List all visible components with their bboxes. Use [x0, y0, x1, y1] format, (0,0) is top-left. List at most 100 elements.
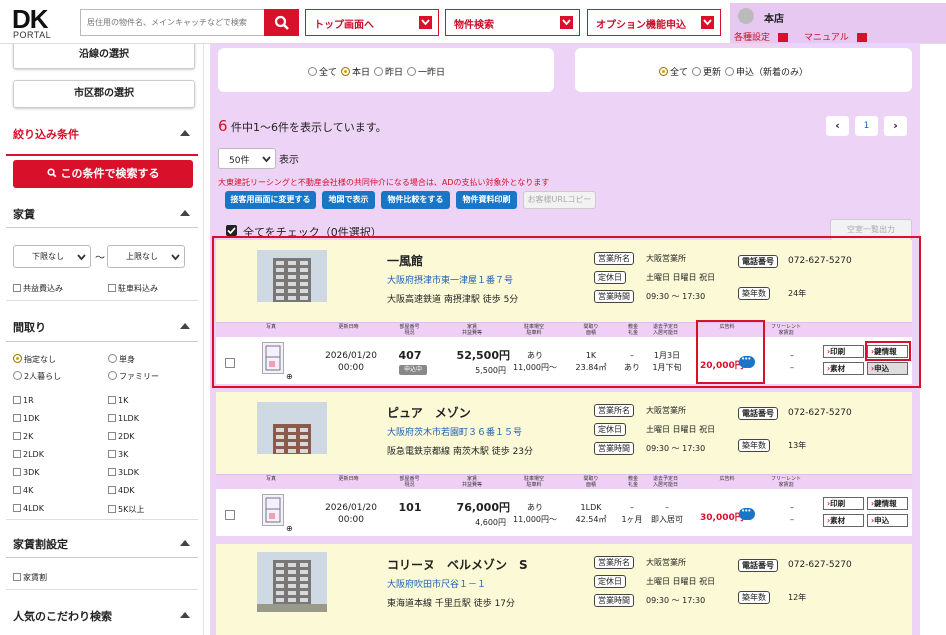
condition-search-button[interactable]: この条件で検索する	[13, 160, 193, 188]
checkbox-layout-3dk[interactable]: 3DK	[13, 468, 40, 477]
copy-url-button[interactable]: お客様URLコピー	[523, 191, 596, 209]
radio-button[interactable]	[374, 67, 384, 76]
checkbox[interactable]	[108, 396, 116, 404]
property-address[interactable]: 大阪府茨木市若園町３６番１５号	[387, 425, 522, 438]
chat-bubble-icon[interactable]	[739, 507, 755, 520]
radio-button[interactable]	[341, 67, 351, 76]
row-checkbox[interactable]	[225, 510, 235, 520]
type-radio-1[interactable]: 更新	[692, 67, 721, 78]
property-photo[interactable]	[257, 402, 327, 454]
per-page-select[interactable]: 50件	[218, 148, 276, 169]
property-name[interactable]: ピュア メゾン	[387, 404, 471, 421]
radio-couple[interactable]: 2人暮らし	[13, 371, 61, 382]
checkbox[interactable]	[108, 432, 116, 440]
radio-button[interactable]	[108, 371, 117, 380]
checkbox[interactable]	[13, 468, 21, 476]
checkbox[interactable]	[13, 573, 21, 581]
checkbox-discount[interactable]: 家賃割	[13, 572, 47, 583]
map-view-button[interactable]: 地図で表示	[322, 191, 375, 209]
checkbox[interactable]	[108, 284, 116, 292]
checkbox[interactable]	[13, 432, 21, 440]
radio-button[interactable]	[13, 371, 22, 380]
type-radio-0[interactable]: 全て	[659, 67, 688, 78]
radio-button[interactable]	[308, 67, 317, 76]
dk-portal-logo[interactable]: DK PORTAL	[12, 4, 60, 40]
checkbox[interactable]	[13, 486, 21, 494]
layout-section-header[interactable]: 間取り	[6, 315, 198, 337]
checkbox-layout-3k[interactable]: 3K	[108, 450, 128, 459]
checkbox-layout-2dk[interactable]: 2DK	[108, 432, 135, 441]
checkbox-layout-1k[interactable]: 1K	[108, 396, 128, 405]
checkbox[interactable]	[108, 468, 116, 476]
checkbox-checked-icon[interactable]	[226, 225, 237, 236]
checkbox[interactable]	[13, 396, 21, 404]
search-input[interactable]	[80, 9, 264, 36]
property-photo[interactable]	[257, 552, 327, 612]
type-radio-2[interactable]: 申込（新着のみ）	[725, 67, 808, 78]
checkbox-layout-5k以上[interactable]: 5K以上	[108, 504, 144, 515]
floorplan-thumbnail[interactable]	[262, 494, 284, 526]
checkbox-common-fee[interactable]: 共益費込み	[13, 283, 63, 294]
compare-button[interactable]: 物件比較をする	[381, 191, 450, 209]
radio-family[interactable]: ファミリー	[108, 371, 159, 382]
rent-section-header[interactable]: 家賃	[6, 202, 198, 224]
radio-any[interactable]: 指定なし	[13, 354, 56, 365]
radio-button[interactable]	[659, 67, 668, 76]
checkbox[interactable]	[108, 486, 116, 494]
checkbox-layout-3ldk[interactable]: 3LDK	[108, 468, 139, 477]
radio-button[interactable]	[407, 67, 417, 76]
checkbox[interactable]	[108, 414, 116, 422]
manual-menu[interactable]: マニュアル	[804, 30, 867, 43]
checkbox-layout-1r[interactable]: 1R	[13, 396, 34, 405]
filter-section-header[interactable]: 絞り込み条件	[6, 122, 198, 144]
checkbox[interactable]	[13, 284, 21, 292]
checkbox-parking-fee[interactable]: 駐車料込み	[108, 283, 158, 294]
page-number-button[interactable]: 1	[855, 116, 878, 136]
checkbox-layout-4k[interactable]: 4K	[13, 486, 33, 495]
checkbox-layout-2k[interactable]: 2K	[13, 432, 33, 441]
property-address[interactable]: 大阪府吹田市尺谷１－１	[387, 577, 486, 590]
nav-top-select[interactable]: トップ画面へ	[305, 9, 439, 36]
checkbox[interactable]	[13, 414, 21, 422]
print-button[interactable]: ›印刷	[823, 497, 864, 510]
next-page-button[interactable]: ›	[884, 116, 907, 136]
radio-button[interactable]	[725, 67, 735, 76]
checkbox[interactable]	[13, 450, 21, 458]
checkbox[interactable]	[108, 505, 116, 513]
settings-menu[interactable]: 各種設定	[734, 30, 789, 43]
nav-search-select[interactable]: 物件検索	[445, 9, 580, 36]
prev-page-button[interactable]: ‹	[826, 116, 849, 136]
key-button[interactable]: ›鍵情報	[867, 497, 908, 510]
checkbox-layout-1ldk[interactable]: 1LDK	[108, 414, 139, 423]
zoom-icon[interactable]: ⊕	[286, 524, 293, 533]
result-text: 件中1〜6件を表示しています。	[231, 121, 387, 134]
rent-max-select[interactable]: 上限なし	[107, 245, 185, 268]
checkbox-layout-4ldk[interactable]: 4LDK	[13, 504, 44, 513]
rent-min-select[interactable]: 下限なし	[13, 245, 91, 268]
line-select-button[interactable]: 沿線の選択	[13, 44, 195, 69]
label-age: 築年数	[738, 439, 770, 452]
property-name[interactable]: コリーヌ ベルメゾン S	[387, 556, 528, 573]
search-button[interactable]	[264, 9, 299, 36]
checkbox-layout-4dk[interactable]: 4DK	[108, 486, 135, 495]
nav-option-select[interactable]: オプション機能申込	[587, 9, 721, 36]
print-material-button[interactable]: 物件資料印刷	[456, 191, 517, 209]
radio-button[interactable]	[13, 354, 22, 363]
checkbox-layout-1dk[interactable]: 1DK	[13, 414, 40, 423]
checkbox-layout-2ldk[interactable]: 2LDK	[13, 450, 44, 459]
date-radio-2[interactable]: 昨日	[374, 67, 403, 78]
customer-view-button[interactable]: 接客用画面に変更する	[225, 191, 316, 209]
checkbox[interactable]	[13, 504, 21, 512]
checkbox[interactable]	[108, 450, 116, 458]
apply-button[interactable]: ›申込	[867, 514, 908, 527]
radio-single[interactable]: 単身	[108, 354, 135, 365]
date-radio-1[interactable]: 本日	[341, 67, 370, 78]
radio-button[interactable]	[692, 67, 702, 76]
city-select-button[interactable]: 市区郡の選択	[13, 80, 195, 108]
radio-button[interactable]	[108, 354, 117, 363]
material-button[interactable]: ›素材	[823, 514, 864, 527]
popular-section-header[interactable]: 人気のこだわり検索	[6, 604, 198, 626]
date-radio-0[interactable]: 全て	[308, 67, 337, 78]
date-radio-3[interactable]: 一昨日	[407, 67, 445, 78]
discount-section-header[interactable]: 家賃割設定	[6, 532, 198, 554]
